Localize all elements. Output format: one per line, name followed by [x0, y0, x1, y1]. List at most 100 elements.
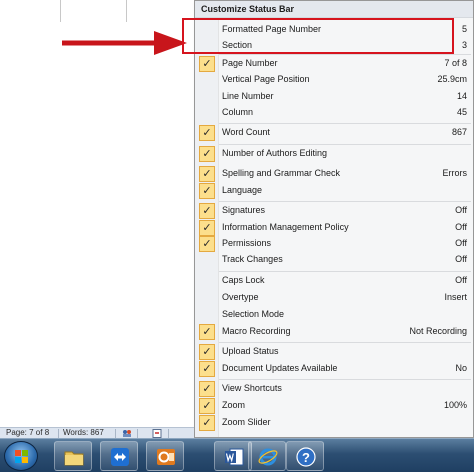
menu-item-label: Page Number — [222, 58, 278, 68]
taskbar-help-button[interactable]: ? — [286, 441, 324, 471]
menu-item-track-changes[interactable]: Track Changes Off — [195, 252, 473, 268]
menu-item-number-of-authors-editing[interactable]: ✓ Number of Authors Editing — [195, 146, 473, 162]
remote-support-icon — [111, 448, 129, 466]
menu-separator — [219, 54, 471, 55]
menu-item-value: Off — [455, 205, 467, 215]
menu-item-zoom-slider[interactable]: ✓ Zoom Slider — [195, 415, 473, 431]
outlook-icon — [157, 449, 175, 465]
proofing-status-icon[interactable] — [152, 429, 162, 438]
menu-separator — [219, 144, 471, 145]
menu-item-label: Upload Status — [222, 346, 279, 356]
menu-item-value: Off — [455, 238, 467, 248]
status-word-count[interactable]: Words: 867 — [63, 428, 104, 437]
status-divider — [137, 429, 138, 438]
menu-item-view-shortcuts[interactable]: ✓ View Shortcuts — [195, 381, 473, 397]
menu-item-information-management-policy[interactable]: ✓ Information Management Policy Off — [195, 220, 473, 236]
menu-separator — [219, 379, 471, 380]
status-divider — [58, 429, 59, 438]
menu-item-page-number[interactable]: ✓ Page Number 7 of 8 — [195, 56, 473, 72]
menu-item-line-number[interactable]: Line Number 14 — [195, 89, 473, 105]
checkmark-icon: ✓ — [199, 361, 215, 377]
help-icon: ? — [296, 447, 316, 467]
menu-item-value: 867 — [451, 127, 467, 137]
word-icon — [225, 448, 244, 466]
checkmark-icon: ✓ — [199, 415, 215, 431]
checkmark-icon: ✓ — [199, 324, 215, 340]
menu-item-label: Column — [222, 107, 254, 117]
menu-item-value: 5 — [461, 24, 467, 34]
menu-item-value: Insert — [444, 292, 467, 302]
menu-item-value: Errors — [442, 168, 468, 178]
menu-item-value: 25.9cm — [437, 74, 467, 84]
menu-item-label: Line Number — [222, 91, 274, 101]
menu-item-label: Information Management Policy — [222, 222, 349, 232]
taskbar-outlook-button[interactable] — [146, 441, 184, 471]
menu-item-word-count[interactable]: ✓ Word Count 867 — [195, 125, 473, 141]
menu-item-label: Macro Recording — [222, 326, 291, 336]
menu-item-label: Track Changes — [222, 254, 283, 264]
document-area — [0, 0, 190, 427]
red-arrow-annotation — [62, 31, 187, 55]
svg-text:?: ? — [302, 450, 310, 465]
menu-item-value: No — [455, 363, 467, 373]
menu-separator — [219, 342, 471, 343]
folder-icon — [64, 451, 84, 466]
menu-item-label: Caps Lock — [222, 275, 265, 285]
menu-separator — [219, 123, 471, 124]
checkmark-icon: ✓ — [199, 398, 215, 414]
checkmark-icon: ✓ — [199, 381, 215, 397]
menu-item-spelling-and-grammar-check[interactable]: ✓ Spelling and Grammar Check Errors — [195, 166, 473, 182]
menu-item-vertical-page-position[interactable]: Vertical Page Position 25.9cm — [195, 72, 473, 88]
taskbar-remote-support-button[interactable] — [100, 441, 138, 471]
checkmark-icon: ✓ — [199, 166, 215, 182]
menu-item-permissions[interactable]: ✓ Permissions Off — [195, 236, 473, 252]
status-divider — [115, 429, 116, 438]
authors-editing-icon[interactable] — [122, 429, 132, 438]
menu-item-zoom[interactable]: ✓ Zoom 100% — [195, 398, 473, 414]
menu-item-label: Zoom — [222, 400, 246, 410]
menu-item-value: Off — [455, 254, 467, 264]
windows-taskbar: ? — [0, 438, 474, 472]
taskbar-explorer-button[interactable] — [54, 441, 92, 471]
menu-item-macro-recording[interactable]: ✓ Macro Recording Not Recording — [195, 324, 473, 340]
checkmark-icon: ✓ — [199, 236, 215, 252]
taskbar-internet-explorer-button[interactable] — [248, 441, 286, 471]
menu-item-label: Document Updates Available — [222, 363, 338, 373]
menu-item-value: 14 — [456, 91, 467, 101]
status-divider — [168, 429, 169, 438]
menu-item-label: Permissions — [222, 238, 272, 248]
menu-title: Customize Status Bar — [195, 1, 473, 18]
menu-item-value: 7 of 8 — [444, 58, 467, 68]
menu-item-label: Vertical Page Position — [222, 74, 310, 84]
menu-item-value: Off — [455, 222, 467, 232]
highlight-box-annotation — [182, 18, 454, 54]
checkmark-icon: ✓ — [199, 56, 215, 72]
checkmark-icon: ✓ — [199, 220, 215, 236]
menu-item-label: Zoom Slider — [222, 417, 271, 427]
menu-item-language[interactable]: ✓ Language — [195, 183, 473, 199]
checkmark-icon: ✓ — [199, 183, 215, 199]
taskbar-word-button[interactable] — [214, 441, 252, 471]
menu-item-caps-lock[interactable]: Caps Lock Off — [195, 273, 473, 289]
menu-item-overtype[interactable]: Overtype Insert — [195, 290, 473, 306]
menu-item-signatures[interactable]: ✓ Signatures Off — [195, 203, 473, 219]
customize-status-bar-menu: Customize Status Bar Formatted Page Numb… — [194, 0, 474, 438]
start-button[interactable] — [4, 441, 38, 471]
menu-item-label: Signatures — [222, 205, 266, 215]
windows-logo-icon — [15, 450, 28, 463]
menu-item-value: 100% — [443, 400, 467, 410]
menu-item-value: Off — [455, 275, 467, 285]
status-page-number[interactable]: Page: 7 of 8 — [6, 428, 49, 437]
internet-explorer-icon — [258, 448, 278, 466]
checkmark-icon: ✓ — [199, 146, 215, 162]
menu-item-label: Number of Authors Editing — [222, 148, 328, 158]
menu-item-label: Spelling and Grammar Check — [222, 168, 341, 178]
status-bar[interactable]: Page: 7 of 8 Words: 867 — [0, 427, 194, 438]
menu-item-label: Word Count — [222, 127, 270, 137]
menu-item-label: Selection Mode — [222, 309, 285, 319]
menu-item-label: View Shortcuts — [222, 383, 282, 393]
menu-item-column[interactable]: Column 45 — [195, 105, 473, 121]
menu-item-selection-mode[interactable]: Selection Mode — [195, 307, 473, 323]
menu-item-document-updates-available[interactable]: ✓ Document Updates Available No — [195, 361, 473, 377]
menu-item-upload-status[interactable]: ✓ Upload Status — [195, 344, 473, 360]
